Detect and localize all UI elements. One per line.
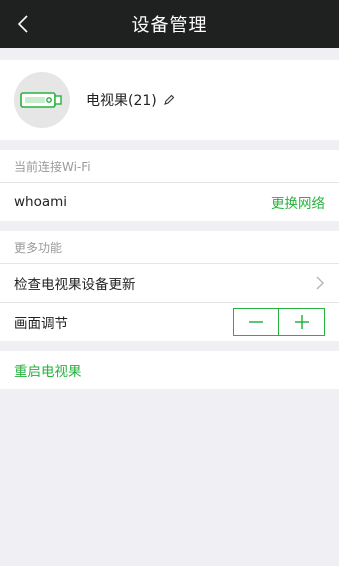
wifi-ssid: whoami [14,194,68,210]
more-section-label: 更多功能 [0,231,339,264]
minus-icon [249,321,263,323]
page-title: 设备管理 [131,15,208,36]
device-name-text: 电视果(21) [86,93,157,109]
device-card: 电视果(21) [0,60,339,140]
chevron-right-icon [316,276,324,290]
wifi-section-label: 当前连接Wi-Fi [0,150,339,183]
wifi-row: whoami 更换网络 [0,183,339,221]
reboot-button[interactable]: 重启电视果 [0,351,339,389]
plus-icon [294,315,309,329]
device-name: 电视果(21) [86,90,175,110]
edit-pencil-icon[interactable] [163,94,175,106]
back-arrow-icon[interactable] [14,14,34,34]
device-avatar [14,72,70,128]
check-update-label: 检查电视果设备更新 [14,277,136,293]
check-update-row[interactable]: 检查电视果设备更新 [0,264,339,302]
change-network-link[interactable]: 更换网络 [271,192,325,212]
tv-dongle-icon [20,92,62,108]
picture-adjust-stepper [233,308,325,336]
decrease-button[interactable] [233,308,279,336]
top-bar: 设备管理 [0,0,339,48]
picture-adjust-row: 画面调节 [0,302,339,341]
picture-adjust-label: 画面调节 [14,316,68,332]
increase-button[interactable] [279,308,325,336]
